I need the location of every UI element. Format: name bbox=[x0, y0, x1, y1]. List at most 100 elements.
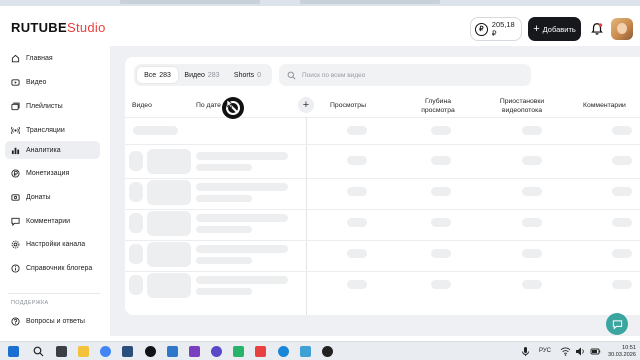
system-clock[interactable]: 10:51 30.03.2026 bbox=[606, 345, 636, 359]
search-input[interactable] bbox=[302, 71, 522, 79]
skeleton-date bbox=[196, 226, 252, 233]
sidebar-item-label: Видео bbox=[26, 78, 47, 86]
skeleton-cell bbox=[522, 280, 542, 289]
sidebar-item-home[interactable]: Главная bbox=[5, 49, 100, 67]
search-icon bbox=[287, 71, 296, 79]
edge-icon[interactable] bbox=[278, 346, 289, 357]
app-icon[interactable] bbox=[255, 346, 266, 357]
chat-icon bbox=[612, 319, 622, 330]
skeleton-thumbnail bbox=[147, 149, 191, 174]
skeleton-total bbox=[133, 126, 178, 135]
skeleton-date bbox=[196, 195, 252, 202]
tab-count: 283 bbox=[207, 71, 220, 79]
add-button-label: Добавить bbox=[542, 24, 576, 34]
tab-all[interactable]: Все 283 bbox=[137, 67, 178, 83]
sidebar-item-donations[interactable]: Донаты bbox=[5, 188, 100, 206]
logo-studio: Studio bbox=[66, 20, 106, 35]
wifi-icon[interactable] bbox=[560, 346, 571, 357]
app-icon[interactable] bbox=[167, 346, 178, 357]
file-explorer-icon[interactable] bbox=[78, 346, 89, 357]
volume-icon[interactable] bbox=[575, 346, 586, 357]
app-icon[interactable] bbox=[145, 346, 156, 357]
microphone-icon[interactable] bbox=[520, 346, 531, 357]
sidebar-item-comments[interactable]: Комментарии bbox=[5, 212, 100, 230]
app-icon[interactable] bbox=[300, 346, 311, 357]
skeleton-cell bbox=[431, 156, 451, 165]
column-header-video: Видео bbox=[132, 102, 152, 109]
main-content: Все283 Видео283 Shorts0 Видео По дате + … bbox=[110, 46, 640, 336]
column-header-views[interactable]: Просмотры bbox=[323, 101, 373, 110]
support-chat-button[interactable] bbox=[606, 313, 628, 335]
battery-icon[interactable] bbox=[590, 346, 601, 357]
comments-icon bbox=[11, 217, 20, 226]
row-divider bbox=[125, 144, 640, 145]
sidebar-item-monetization[interactable]: Монетизация bbox=[5, 164, 100, 182]
app-icon[interactable] bbox=[233, 346, 244, 357]
browser-tab[interactable] bbox=[120, 0, 260, 4]
row-divider bbox=[125, 209, 640, 210]
rutube-studio-logo[interactable]: RUTUBEStudio bbox=[11, 20, 106, 35]
sidebar-item-label: Трансляции bbox=[26, 126, 65, 134]
user-avatar[interactable] bbox=[611, 18, 633, 40]
skeleton-title bbox=[196, 214, 288, 222]
sidebar-item-faq[interactable]: Вопросы и ответы bbox=[5, 312, 100, 330]
skeleton-cell bbox=[347, 126, 367, 135]
donate-icon bbox=[11, 193, 20, 201]
add-button[interactable]: + Добавить bbox=[528, 17, 581, 41]
app-icon[interactable] bbox=[322, 346, 333, 357]
column-header-stops-line2: видеопотока bbox=[502, 107, 542, 114]
app-icon[interactable] bbox=[122, 346, 133, 357]
skeleton-thumbnail bbox=[147, 242, 191, 267]
sidebar-item-video[interactable]: Видео bbox=[5, 73, 100, 91]
column-header-date-sort[interactable]: По дате bbox=[196, 101, 221, 110]
skeleton-cell bbox=[431, 280, 451, 289]
task-view-icon[interactable] bbox=[56, 346, 67, 357]
skeleton-checkbox bbox=[129, 275, 143, 295]
tab-label: Видео bbox=[184, 71, 205, 79]
row-divider bbox=[125, 240, 640, 241]
tab-video[interactable]: Видео 283 bbox=[180, 67, 224, 83]
os-taskbar: РУС 10:51 30.03.2026 bbox=[0, 341, 640, 360]
skeleton-checkbox bbox=[129, 213, 143, 233]
sidebar-item-playlists[interactable]: Плейлисты bbox=[5, 97, 100, 115]
tab-label: Shorts bbox=[233, 71, 255, 79]
header-divider bbox=[125, 117, 640, 118]
skeleton-cell bbox=[522, 187, 542, 196]
add-column-button[interactable]: + bbox=[298, 97, 314, 113]
row-divider bbox=[125, 271, 640, 272]
skeleton-cell bbox=[431, 218, 451, 227]
browser-tab[interactable] bbox=[300, 0, 440, 4]
sidebar-item-broadcasts[interactable]: Трансляции bbox=[5, 121, 100, 139]
video-icon bbox=[11, 78, 20, 86]
skeleton-cell bbox=[347, 187, 367, 196]
balance-button[interactable]: ₽ 205,18 ₽ bbox=[470, 17, 522, 41]
app-icon[interactable] bbox=[189, 346, 200, 357]
keyboard-language[interactable]: РУС bbox=[539, 348, 551, 354]
plus-icon: + bbox=[533, 22, 540, 35]
tab-label: Все bbox=[144, 71, 157, 79]
skeleton-title bbox=[196, 276, 288, 284]
search-icon[interactable] bbox=[33, 346, 44, 357]
sidebar-item-channel-settings[interactable]: Настройки канала bbox=[5, 235, 100, 253]
google-chrome-icon[interactable] bbox=[100, 346, 111, 357]
analytics-icon bbox=[11, 147, 20, 154]
monetization-icon bbox=[11, 168, 20, 178]
notifications-bell-icon[interactable] bbox=[590, 22, 604, 36]
sidebar-divider bbox=[8, 293, 100, 294]
column-header-stream-stops[interactable]: Приостановки видеопотока bbox=[491, 97, 553, 115]
skeleton-checkbox bbox=[129, 182, 143, 202]
sidebar-item-label: Настройки канала bbox=[26, 240, 86, 248]
windows-start-icon[interactable] bbox=[8, 346, 19, 357]
skeleton-cell bbox=[347, 156, 367, 165]
column-header-comments[interactable]: Комментарии bbox=[583, 101, 640, 110]
sidebar-item-blogger-guide[interactable]: Справочник блогера bbox=[5, 259, 100, 277]
sidebar-item-label: Справочник блогера bbox=[26, 264, 93, 272]
skeleton-cell bbox=[612, 280, 632, 289]
help-icon bbox=[11, 316, 20, 326]
app-icon[interactable] bbox=[211, 346, 222, 357]
tab-shorts[interactable]: Shorts 0 bbox=[226, 67, 269, 83]
column-header-depth[interactable]: Глубина просмотра bbox=[408, 97, 468, 115]
skeleton-cell bbox=[612, 126, 632, 135]
sidebar-item-analytics[interactable]: Аналитика bbox=[5, 141, 100, 159]
skeleton-cell bbox=[431, 187, 451, 196]
